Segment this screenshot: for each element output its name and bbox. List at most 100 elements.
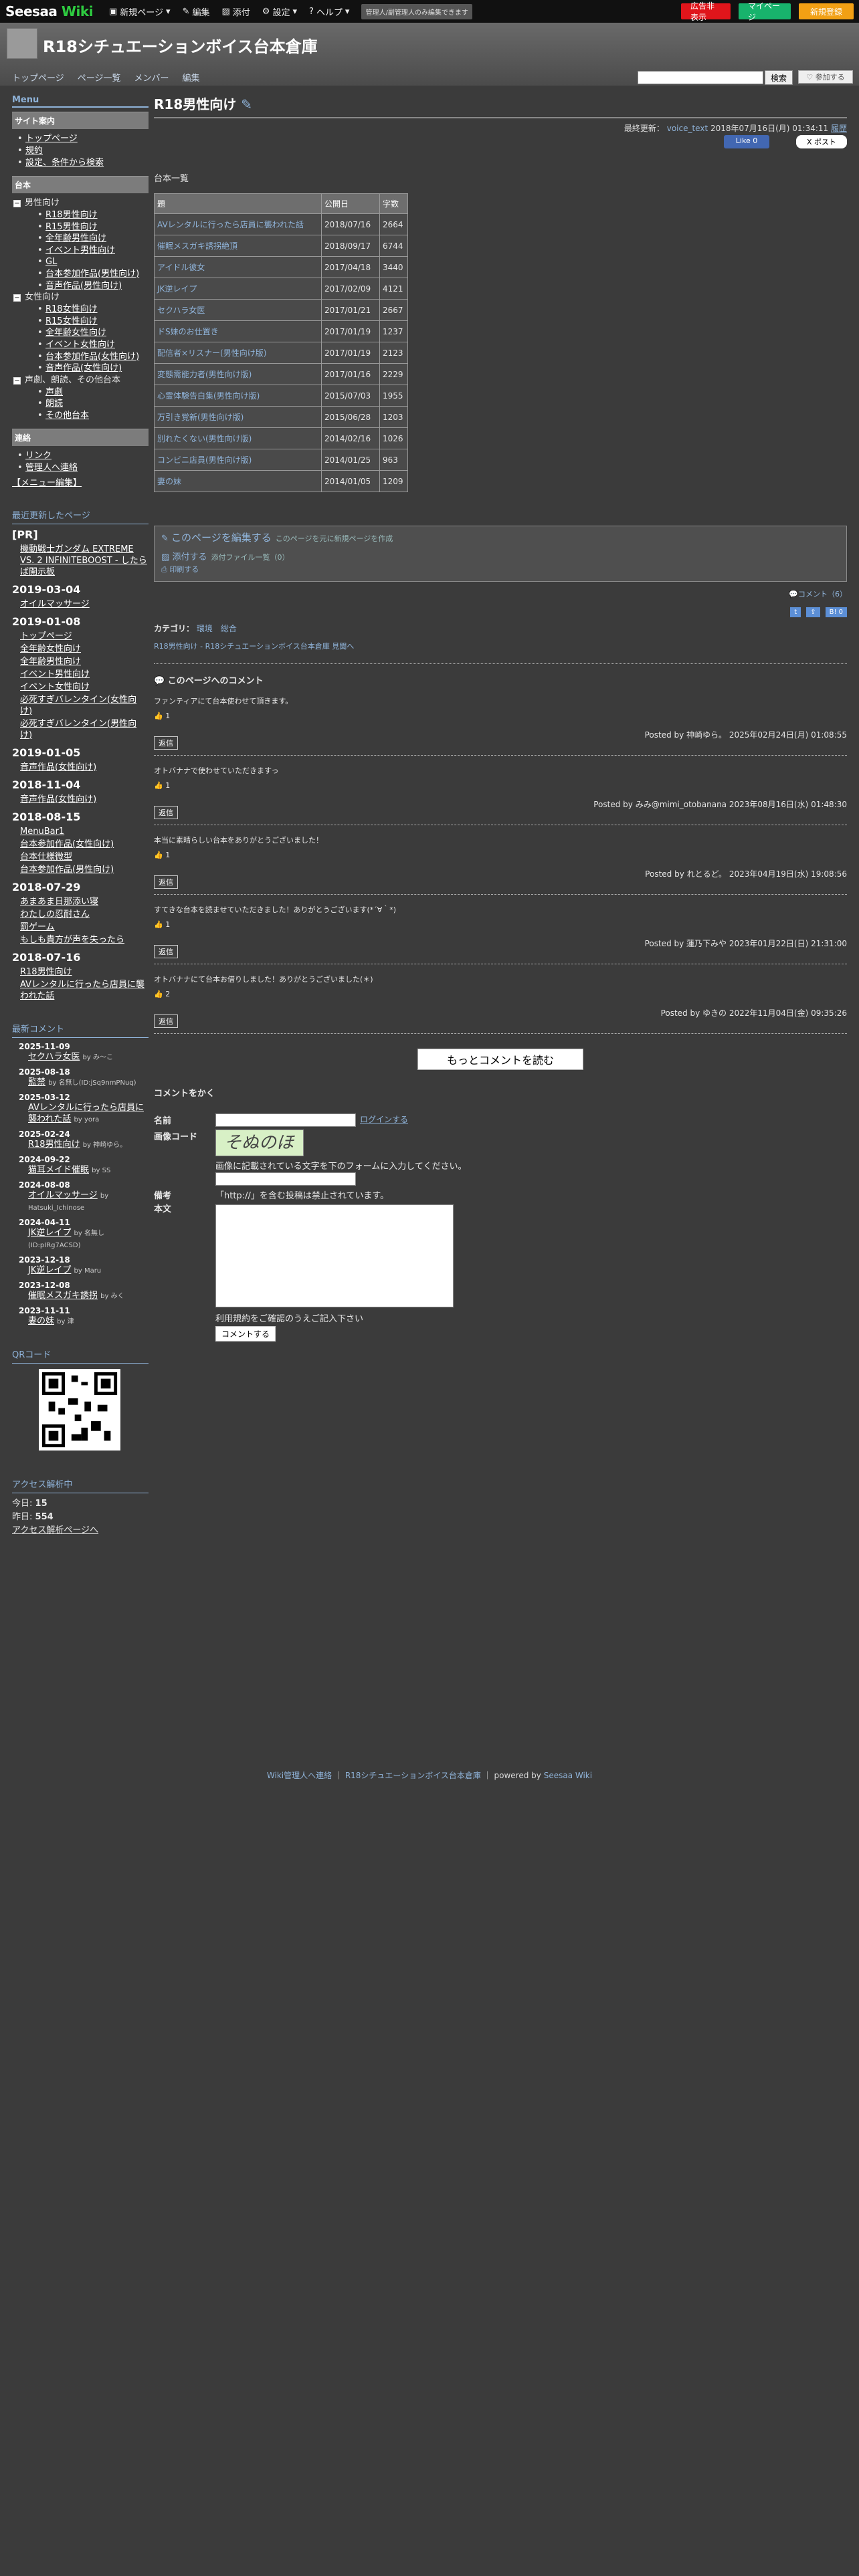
attach-menu[interactable]: ▨ 添付 bbox=[221, 5, 250, 18]
list-item[interactable]: リンク bbox=[16, 450, 149, 462]
thumbs-up-icon[interactable]: 👍 bbox=[154, 851, 165, 859]
history-link[interactable]: 履歴 bbox=[831, 124, 847, 133]
script-link[interactable]: 万引き覚新(男性向け版) bbox=[157, 413, 244, 422]
list-item[interactable]: R18男性向け bbox=[20, 966, 149, 978]
list-item[interactable]: 必死すぎバレンタイン(女性向け) bbox=[20, 694, 149, 717]
reply-button[interactable]: 返信 bbox=[154, 806, 178, 819]
share-icon[interactable]: ⇪ bbox=[806, 607, 820, 617]
list-item[interactable]: 設定、条件から検索 bbox=[16, 157, 149, 169]
tree-group-female[interactable]: − 女性向け bbox=[12, 292, 149, 304]
list-item[interactable]: 全年齢女性向け bbox=[37, 327, 149, 339]
script-link[interactable]: 配信者×リスナー(男性向け版) bbox=[157, 348, 266, 358]
update-link[interactable]: 必死すぎバレンタイン(女性向け) bbox=[20, 695, 136, 716]
list-item[interactable]: トップページ bbox=[20, 631, 149, 642]
footer-contact-link[interactable]: Wiki管理人へ連絡 bbox=[267, 1771, 332, 1780]
facebook-like-button[interactable]: Like 0 bbox=[724, 135, 769, 148]
list-item[interactable]: 声劇 bbox=[37, 387, 149, 399]
edit-pencil-icon[interactable]: ✎ bbox=[241, 96, 252, 112]
update-link[interactable]: 必死すぎバレンタイン(男性向け) bbox=[20, 719, 136, 740]
list-item[interactable]: 音声作品(女性向け) bbox=[37, 362, 149, 374]
captcha-input[interactable] bbox=[215, 1172, 356, 1186]
script-link[interactable]: 催眠メスガキ誘拐絶頂 bbox=[157, 241, 237, 251]
mypage-button[interactable]: マイページ bbox=[739, 1, 791, 22]
update-link[interactable]: あまあま日那添い寝 bbox=[20, 897, 98, 907]
list-item[interactable]: 台本参加作品(男性向け) bbox=[37, 268, 149, 280]
list-item[interactable]: 朗読 bbox=[37, 398, 149, 410]
list-item[interactable]: あまあま日那添い寝 bbox=[20, 896, 149, 907]
contact-link[interactable]: リンク bbox=[25, 451, 52, 461]
comment-count-link[interactable]: 💬コメント（6） bbox=[154, 588, 847, 599]
tree-link[interactable]: 台本参加作品(女性向け) bbox=[45, 352, 139, 362]
list-item[interactable]: トップページ bbox=[16, 133, 149, 145]
name-input[interactable] bbox=[215, 1113, 356, 1127]
collapse-icon[interactable]: − bbox=[13, 294, 21, 302]
guide-link[interactable]: 規約 bbox=[25, 146, 43, 156]
tree-link[interactable]: R18男性向け bbox=[45, 210, 98, 220]
category-links[interactable]: 環境 総合 bbox=[197, 624, 237, 633]
tree-link[interactable]: 全年齢女性向け bbox=[45, 328, 106, 338]
new-from-page-link[interactable]: このページを元に新規ページを作成 bbox=[276, 534, 393, 543]
hatena-bookmark-icon[interactable]: B! 0 bbox=[825, 607, 847, 617]
tree-link[interactable]: イベント男性向け bbox=[45, 245, 115, 255]
comment-like[interactable]: 👍 1 bbox=[154, 712, 847, 720]
tree-link[interactable]: R15男性向け bbox=[45, 222, 98, 232]
tree-link[interactable]: R15女性向け bbox=[45, 316, 98, 326]
script-link[interactable]: JK逆レイプ bbox=[157, 284, 197, 294]
thumbs-up-icon[interactable]: 👍 bbox=[154, 990, 165, 998]
comment-like[interactable]: 👍 1 bbox=[154, 781, 847, 790]
nav-page-list[interactable]: ページ一覧 bbox=[78, 71, 121, 84]
submit-comment-button[interactable]: コメントする bbox=[215, 1326, 276, 1341]
recent-comment-page[interactable]: セクハラ女医 bbox=[28, 1052, 80, 1062]
list-item[interactable]: イベント女性向け bbox=[20, 681, 149, 693]
update-link[interactable]: オイルマッサージ bbox=[20, 599, 90, 609]
help-menu[interactable]: ? ヘルプ ▾ bbox=[309, 5, 349, 18]
update-link[interactable]: 台本参加作品(女性向け) bbox=[20, 839, 114, 849]
tree-link[interactable]: イベント女性向け bbox=[45, 340, 115, 350]
tree-link[interactable]: 声劇 bbox=[45, 387, 63, 397]
tree-group-other[interactable]: − 声劇、朗読、その他台本 bbox=[12, 374, 149, 387]
tree-link[interactable]: その他台本 bbox=[45, 411, 89, 421]
list-item[interactable]: イベント男性向け bbox=[37, 245, 149, 257]
script-link[interactable]: 心霊体験告白集(男性向け版) bbox=[157, 391, 260, 401]
new-page-menu[interactable]: ▣ 新規ページ ▾ bbox=[109, 5, 171, 18]
tree-link[interactable]: R18女性向け bbox=[45, 304, 98, 314]
update-link[interactable]: もしも貴方が声を失ったら bbox=[20, 935, 124, 945]
terms-text[interactable]: 利用規約をご確認のうえご記入下さい bbox=[215, 1311, 363, 1324]
recent-comment-page[interactable]: JK逆レイプ bbox=[28, 1228, 71, 1238]
site-title[interactable]: R18シチュエーションボイス台本倉庫 bbox=[43, 33, 318, 57]
nav-edit[interactable]: 編集 bbox=[183, 71, 200, 84]
nav-members[interactable]: メンバー bbox=[134, 71, 169, 84]
update-link[interactable]: 台本仕様微型 bbox=[20, 852, 72, 862]
list-item[interactable]: 必死すぎバレンタイン(男性向け) bbox=[20, 718, 149, 741]
guide-link[interactable]: トップページ bbox=[25, 134, 78, 144]
list-item[interactable]: MenuBar1 bbox=[20, 826, 149, 837]
list-item[interactable]: 台本参加作品(女性向け) bbox=[37, 351, 149, 363]
list-item[interactable]: 罰ゲーム bbox=[20, 922, 149, 933]
edit-page-link[interactable]: このページを編集する bbox=[171, 532, 272, 544]
recent-comment-page[interactable]: オイルマッサージ bbox=[28, 1190, 98, 1200]
recent-comment-page[interactable]: R18男性向け bbox=[28, 1140, 80, 1150]
reply-button[interactable]: 返信 bbox=[154, 1014, 178, 1028]
update-link[interactable]: 音声作品(女性向け) bbox=[20, 794, 96, 804]
pr-link[interactable]: 機動戦士ガンダム EXTREME VS. 2 INFINITEBOOST - し… bbox=[20, 544, 147, 577]
list-item[interactable]: 全年齢女性向け bbox=[20, 643, 149, 655]
recent-comment-page[interactable]: 催眠メスガキ誘拐 bbox=[28, 1291, 98, 1301]
search-input[interactable] bbox=[638, 71, 763, 84]
list-item[interactable]: 台本仕様微型 bbox=[20, 851, 149, 863]
list-item[interactable]: イベント女性向け bbox=[37, 339, 149, 351]
update-link[interactable]: 罰ゲーム bbox=[20, 922, 55, 932]
list-item[interactable]: その他台本 bbox=[37, 410, 149, 422]
script-link[interactable]: アイドル彼女 bbox=[157, 263, 205, 272]
update-link[interactable]: イベント女性向け bbox=[20, 682, 90, 692]
list-item[interactable]: GL bbox=[37, 256, 149, 268]
recent-comment-page[interactable]: 監禁 bbox=[28, 1077, 45, 1087]
list-item[interactable]: AVレンタルに行ったら店員に襲われた話 bbox=[20, 979, 149, 1002]
list-item[interactable]: 音声作品(女性向け) bbox=[20, 794, 149, 805]
login-link[interactable]: ログインする bbox=[360, 1113, 408, 1125]
list-item[interactable]: 全年齢男性向け bbox=[20, 656, 149, 667]
list-item[interactable]: R15男性向け bbox=[37, 221, 149, 233]
tree-link[interactable]: 音声作品(男性向け) bbox=[45, 281, 122, 291]
footer-seesaa-link[interactable]: Seesaa Wiki bbox=[544, 1771, 592, 1780]
join-button[interactable]: ♡ 参加する bbox=[798, 70, 853, 84]
list-item[interactable]: R15女性向け bbox=[37, 316, 149, 328]
